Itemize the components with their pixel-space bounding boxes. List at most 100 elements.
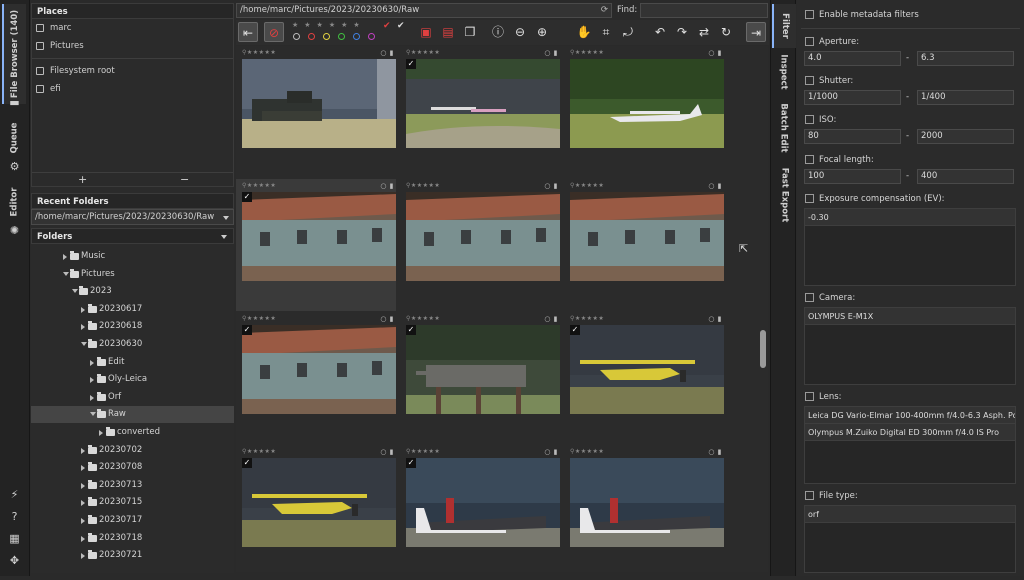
thumbnail-cell[interactable]: ⚲★★★★★ ○ ▮ ✓ [400,46,560,178]
trash-icon[interactable]: ▤ [438,22,458,42]
folder-item[interactable]: 2023 [31,283,234,300]
focal-to-input[interactable]: 400 [917,169,1014,184]
hand-icon[interactable]: ✋ [574,22,594,42]
thumbnail-rating[interactable]: ⚲★★★★★ ○ ▮ [406,49,558,57]
filetype-checkbox[interactable] [805,491,814,500]
chevron-right-icon[interactable] [99,430,103,436]
refresh-icon[interactable]: ⟳ [601,4,608,17]
thumbnail-rating[interactable]: ⚲★★★★★ ○ ▮ [406,448,558,456]
folder-item[interactable]: 20230715 [31,494,234,511]
color-label-blue[interactable] [353,33,360,40]
place-item-marc[interactable]: marc [32,19,233,37]
recent-folders-combo[interactable]: /home/marc/Pictures/2023/20230630/Raw [31,209,234,225]
thumbnail-cell[interactable]: ⚲★★★★★ ○ ▮ ✓ [400,312,560,444]
tab-editor[interactable]: Editor [2,180,26,224]
folder-item[interactable]: converted [31,424,234,441]
thumbnail-image[interactable] [406,59,560,148]
scrollbar-thumb[interactable] [760,330,766,368]
info-icon[interactable]: ⓘ [488,22,508,42]
thumbnail-cell[interactable]: ⚲★★★★★ ○ ▮ [564,179,724,311]
lens-list[interactable]: Leica DG Vario-Elmar 100-400mm f/4.0-6.3… [804,406,1016,484]
zoom-in-icon[interactable]: ⊕ [532,22,552,42]
focal-from-input[interactable]: 100 [804,169,901,184]
filetype-list[interactable]: orf [804,505,1016,573]
shutter-checkbox[interactable] [805,76,814,85]
collapse-left-icon[interactable]: ⇤ [238,22,258,42]
folder-item[interactable]: 20230718 [31,530,234,547]
thumbnail-cell[interactable]: ⚲★★★★★ ○ ▮ [564,445,724,572]
find-input[interactable] [640,3,768,18]
folder-item[interactable]: Pictures [31,266,234,283]
thumbnail-cell[interactable]: ⚲★★★★★ ○ ▮ [236,46,396,178]
thumbnail-cell[interactable]: ⚲★★★★★ ○ ▮ ✓ [564,312,724,444]
trash-icon[interactable]: ○ ▮ [380,315,394,323]
chevron-right-icon[interactable] [81,535,85,542]
thumbnail-rating[interactable]: ⚲★★★★★ ○ ▮ [242,448,394,456]
chevron-right-icon[interactable] [90,359,94,366]
thumbnail-image[interactable] [570,458,724,547]
chevron-down-icon[interactable] [72,289,78,294]
tab-queue[interactable]: Queue [2,116,26,160]
folder-item[interactable]: 20230617 [31,301,234,318]
filter-clear-icon[interactable]: ⊘ [264,22,284,42]
thumbnail-image[interactable] [570,192,724,281]
tab-file-browser[interactable]: File Browser (140) [2,4,26,104]
folder-item[interactable]: 20230717 [31,512,234,529]
trash-icon[interactable]: ○ ▮ [380,448,394,456]
path-input[interactable]: /home/marc/Pictures/2023/20230630/Raw ⟳ [236,3,612,18]
folder-item[interactable]: 20230702 [31,442,234,459]
chevron-down-icon[interactable] [90,412,96,417]
thumbnail-cell[interactable]: ⚲★★★★★ ○ ▮ ✓ [236,179,396,311]
chevron-right-icon[interactable] [81,482,85,489]
enable-filters-checkbox[interactable] [805,10,814,19]
thumbnail-image[interactable] [570,325,724,414]
add-place-button[interactable]: + [78,173,87,186]
thumbnail-image[interactable] [242,325,396,414]
camera-list[interactable]: OLYMPUS E-M1X [804,307,1016,385]
folder-item[interactable]: Raw [31,406,234,424]
place-item-efi[interactable]: efi [32,80,233,98]
folder-item[interactable]: Edit [31,354,234,371]
thumbnail-rating[interactable]: ⚲★★★★★ ○ ▮ [242,182,394,190]
trash-icon[interactable]: ○ ▮ [380,49,394,57]
flip-h-icon[interactable]: ⇄ [694,22,714,42]
tab-filter[interactable]: Filter [772,4,796,48]
expcomp-checkbox[interactable] [805,194,814,203]
zoom-out-icon[interactable]: ⊖ [510,22,530,42]
trash-icon[interactable]: ○ ▮ [708,448,722,456]
trash-icon[interactable]: ○ ▮ [544,182,558,190]
remove-place-button[interactable]: − [180,173,189,186]
thumbnail-rating[interactable]: ⚲★★★★★ ○ ▮ [242,49,394,57]
trash-icon[interactable]: ○ ▮ [380,182,394,190]
color-label-none[interactable] [293,33,300,40]
thumbnail-image[interactable] [570,59,724,148]
thumbnail-image[interactable] [406,192,560,281]
shutter-from-input[interactable]: 1/1000 [804,90,901,105]
thumbnail-image[interactable] [242,59,396,148]
thumbnail-cell[interactable]: ⚲★★★★★ ○ ▮ ✓ [236,312,396,444]
thumbnail-cell[interactable]: ⚲★★★★★ ○ ▮ [564,46,724,178]
trash-icon[interactable]: ○ ▮ [708,315,722,323]
chevron-right-icon[interactable] [63,254,67,260]
list-item[interactable]: OLYMPUS E-M1X [805,308,1015,325]
color-label-green[interactable] [338,33,345,40]
tab-batch-edit[interactable]: Batch Edit [772,98,796,158]
folder-item[interactable]: 20230721 [31,547,234,564]
thumbnail-rating[interactable]: ⚲★★★★★ ○ ▮ [406,315,558,323]
chevron-down-icon[interactable] [63,271,69,276]
thumbnail-image[interactable] [406,458,560,547]
grid-icon[interactable]: ▦ [8,532,21,545]
chevron-right-icon[interactable] [81,518,85,524]
thumbnail-rating[interactable]: ⚲★★★★★ ○ ▮ [570,448,722,456]
rating-filter[interactable]: ★★★★★★ [292,21,412,31]
folder-item[interactable]: 20230618 [31,318,234,335]
chevron-right-icon[interactable] [81,447,85,454]
aperture-checkbox[interactable] [805,37,814,46]
thumbnail-image[interactable] [242,192,396,281]
collapse-right-icon[interactable]: ⇥ [746,22,766,42]
trash-icon[interactable]: ○ ▮ [544,49,558,57]
folder-item[interactable]: 20230713 [31,477,234,494]
chevron-right-icon[interactable] [90,394,94,401]
edited-filter-icon[interactable]: ✔ [383,21,391,31]
iso-to-input[interactable]: 2000 [917,129,1014,144]
